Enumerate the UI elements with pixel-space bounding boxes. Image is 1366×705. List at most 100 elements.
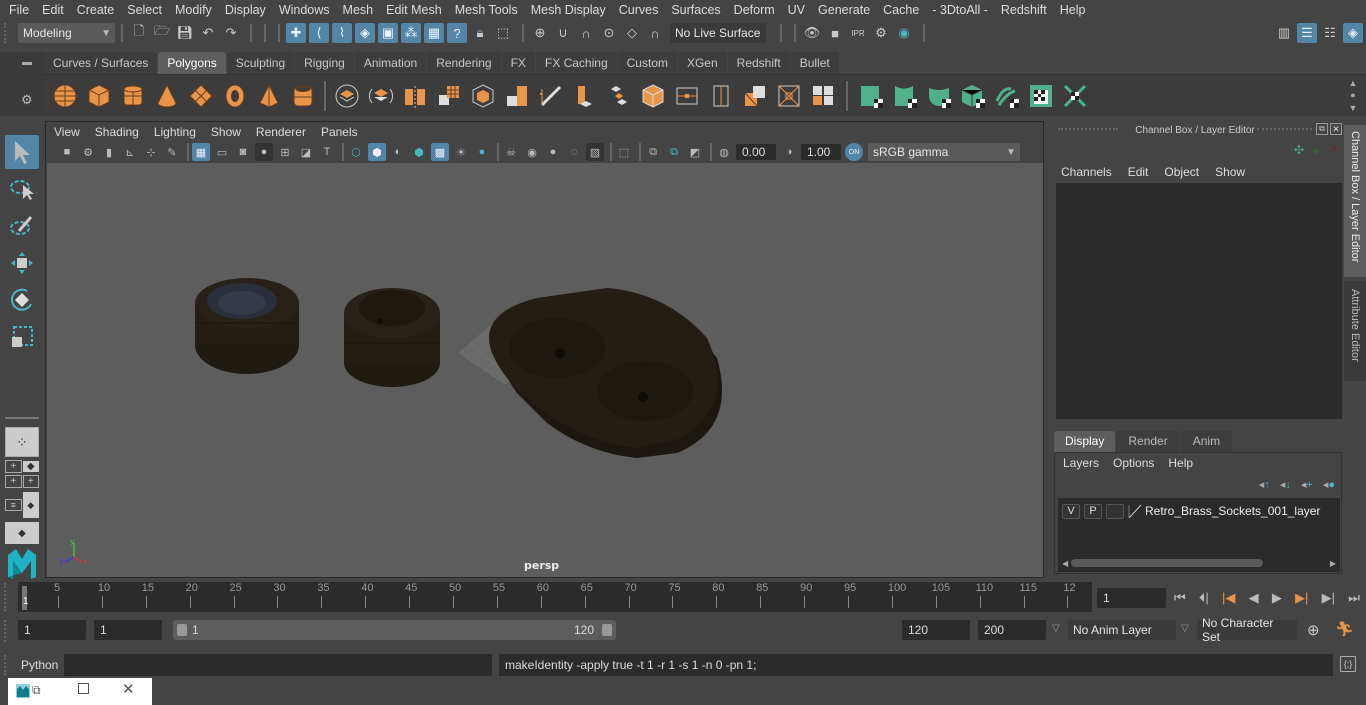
wireframe-on-shaded-icon[interactable]: ⬢ [410, 143, 428, 161]
resolution-gate-icon[interactable]: ◙ [234, 143, 252, 161]
menu-edit[interactable]: Edit [42, 3, 64, 17]
single-layout-icon[interactable]: ⁘ [5, 427, 39, 457]
select-tool-icon[interactable] [5, 135, 39, 169]
script-editor-icon[interactable]: {;} [1340, 656, 1356, 672]
menu-modify[interactable]: Modify [175, 3, 212, 17]
make-live-icon[interactable]: ∩ [645, 23, 665, 43]
playback-end-field[interactable]: 120 [902, 620, 970, 640]
layer-playback-toggle[interactable]: P [1084, 503, 1102, 519]
scroll-down-icon[interactable]: ▼ [1349, 103, 1358, 113]
render-frame-icon[interactable]: ■ [825, 23, 845, 43]
shelf-tab-sculpting[interactable]: Sculpting [226, 52, 295, 74]
viewport-menu-panels[interactable]: Panels [321, 125, 358, 139]
auto-key-icon[interactable]: ⊕ [1307, 621, 1320, 639]
menu-mesh-display[interactable]: Mesh Display [531, 3, 606, 17]
viewport-menu-shading[interactable]: Shading [95, 125, 139, 139]
menu-display[interactable]: Display [225, 3, 266, 17]
bevel-icon[interactable] [639, 82, 667, 110]
detach-icon[interactable] [809, 82, 837, 110]
select-component-icon[interactable]: ⌇ [332, 23, 352, 43]
animation-start-field[interactable]: 1 [18, 620, 86, 640]
separate-icon[interactable] [367, 82, 395, 110]
rotate-tool-icon[interactable] [5, 283, 39, 317]
poly-cube-icon[interactable] [85, 82, 113, 110]
grid-toggle-icon[interactable]: ▦ [192, 143, 210, 161]
poly-pipe-icon[interactable] [289, 82, 317, 110]
poke-face-icon[interactable] [775, 82, 803, 110]
shelf-tab-redshift[interactable]: Redshift [727, 52, 790, 74]
current-frame-field[interactable]: 1 [1097, 588, 1166, 608]
append-polygon-icon[interactable] [741, 82, 769, 110]
new-layer-selected-icon[interactable]: ◂● [1323, 478, 1335, 491]
live-surface-field[interactable]: No Live Surface [670, 23, 766, 43]
layer-color-swatch[interactable] [1128, 504, 1142, 519]
paint-select-tool-icon[interactable] [5, 209, 39, 243]
shelf-tab-bullet[interactable]: Bullet [790, 52, 839, 74]
outliner-persp-layout-icon[interactable]: ≡ ◆ [5, 491, 39, 519]
menu-cache[interactable]: Cache [883, 3, 919, 17]
new-layer-icon[interactable]: ◂+ [1301, 478, 1313, 491]
play-forward-icon[interactable]: ▶ [1272, 590, 1282, 606]
shelf-tab-rendering[interactable]: Rendering [427, 52, 501, 74]
depth-of-field-icon[interactable]: ◌ [565, 143, 583, 161]
tool-settings-icon[interactable]: ☷ [1320, 23, 1340, 43]
snap-points-icon[interactable]: ◈ [355, 23, 375, 43]
select-hierarchy-icon[interactable]: ✚ [286, 23, 306, 43]
move-layer-down-icon[interactable]: ◂↓ [1280, 478, 1291, 491]
use-all-lights-icon[interactable]: ☀ [452, 143, 470, 161]
hyper-icon[interactable]: ↗ [1328, 143, 1338, 157]
insert-edge-loop-icon[interactable] [707, 82, 735, 110]
isolate-select-icon[interactable]: ⬚ [615, 143, 633, 161]
mode-dropdown[interactable]: Modeling ▼ [18, 23, 115, 43]
anim-layer-dropdown-icon[interactable]: ▽ [1052, 623, 1060, 634]
poly-pyramid-icon[interactable] [255, 82, 283, 110]
manipulator-icon[interactable]: ✣ [1294, 143, 1304, 157]
modeling-toolkit-icon[interactable]: ▥ [1274, 23, 1294, 43]
command-drag-handle[interactable] [4, 655, 14, 675]
side-tab-channel-box[interactable]: Channel Box / Layer Editor [1344, 125, 1366, 277]
shelf-tab-curves-surfaces[interactable]: Curves / Surfaces [44, 52, 158, 74]
menu-3dtoall[interactable]: - 3DtoAll - [932, 3, 988, 17]
prev-key-icon[interactable]: |◀ [1222, 590, 1235, 606]
gamma-field[interactable]: 1.00 [801, 144, 841, 160]
mirror-icon[interactable] [401, 82, 429, 110]
go-to-end-icon[interactable]: ⏭ [1348, 590, 1360, 606]
float-panel-icon[interactable]: ⧉ [1316, 123, 1328, 135]
layer-row[interactable]: V P Retro_Brass_Sockets_001_layer [1058, 501, 1340, 521]
viewport-canvas[interactable]: y z x persp [47, 163, 1043, 577]
image-plane-icon[interactable]: ⊾ [121, 143, 139, 161]
grease-pencil-icon[interactable]: ✎ [163, 143, 181, 161]
shadows-icon[interactable]: ● [473, 143, 491, 161]
uv-editor-icon[interactable] [1027, 82, 1055, 110]
poly-cone-icon[interactable] [153, 82, 181, 110]
restore-window-icon[interactable]: ⧉ [32, 683, 41, 698]
timeline-drag-handle[interactable] [4, 583, 14, 611]
character-set-dropdown[interactable]: No Character Set [1197, 616, 1297, 644]
remesh-icon[interactable] [503, 82, 531, 110]
shelf-tab-custom[interactable]: Custom [617, 52, 677, 74]
time-slider[interactable]: 5 10 15 20 25 30 35 40 45 50 55 60 65 70 75 80 85 90 95 100… [18, 582, 1092, 612]
snap-point-icon[interactable]: ∩ [576, 23, 596, 43]
close-window-icon[interactable]: ✕ [122, 680, 135, 698]
reduce-icon[interactable] [469, 82, 497, 110]
snap-surface-icon[interactable]: ◇ [622, 23, 642, 43]
scroll-up-icon[interactable]: ▲ [1349, 78, 1358, 88]
play-backward-icon[interactable]: ◀ [1249, 590, 1259, 606]
poly-cylinder-icon[interactable] [119, 82, 147, 110]
lasso-tool-icon[interactable] [5, 172, 39, 206]
shelf-scroll[interactable]: ▲ ● ▼ [1346, 77, 1360, 115]
shelf-menu-icon[interactable] [22, 62, 32, 65]
select-render-icon[interactable]: ▦ [424, 23, 444, 43]
select-handles-icon[interactable]: ▣ [378, 23, 398, 43]
animation-preferences-icon[interactable]: 🏃︎ [1335, 620, 1354, 638]
snap-grid-icon[interactable]: ⊕ [530, 23, 550, 43]
move-tool-icon[interactable] [5, 246, 39, 280]
uv-cylindrical-icon[interactable] [891, 82, 919, 110]
color-management-toggle-icon[interactable]: ON [845, 143, 863, 161]
viewport-menu-view[interactable]: View [54, 125, 80, 139]
uv-contour-stretch-icon[interactable] [993, 82, 1021, 110]
hypershade-icon[interactable]: ◉ [894, 23, 914, 43]
lock-icon[interactable]: 🔒︎ [470, 23, 490, 43]
xray-icon[interactable]: ▧ [586, 143, 604, 161]
use-default-material-icon[interactable]: ◐ [389, 143, 407, 161]
